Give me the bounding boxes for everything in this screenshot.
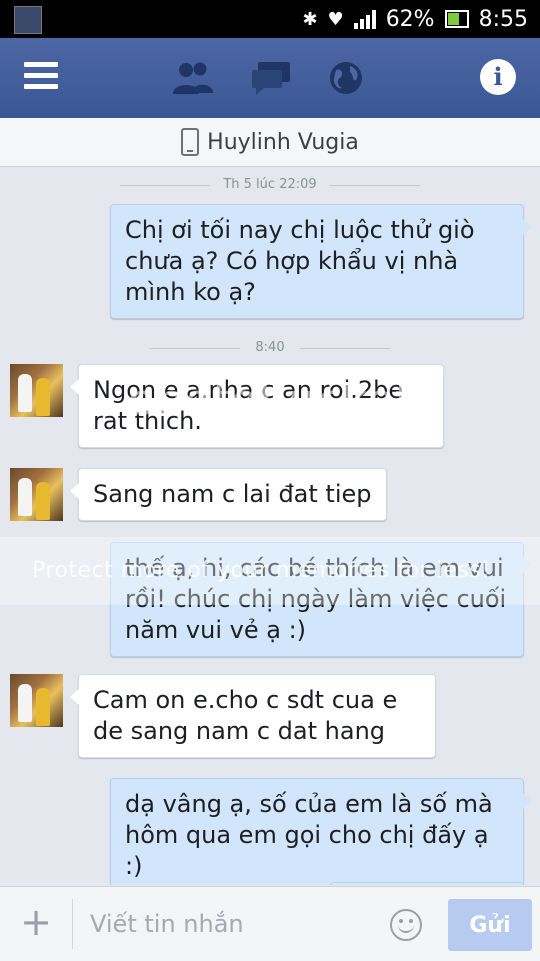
globe-icon[interactable] xyxy=(326,60,368,96)
message-input[interactable] xyxy=(88,901,382,947)
contact-avatar[interactable] xyxy=(10,468,63,521)
watermark: photobucket xyxy=(126,375,414,426)
message-list[interactable]: Th 5 lúc 22:09 Chị ơi tối nay chị luộc t… xyxy=(0,167,540,885)
status-bar: ✱ ♥ 62% 8:55 xyxy=(0,0,540,38)
add-attachment-icon[interactable]: + xyxy=(20,903,52,941)
friends-icon[interactable] xyxy=(172,60,214,96)
battery-icon xyxy=(444,10,469,28)
timestamp: Th 5 lúc 22:09 xyxy=(0,177,540,192)
info-button[interactable]: i xyxy=(480,59,516,95)
incoming-message[interactable]: Cam on e.cho c sdt cua e de sang nam c d… xyxy=(70,674,436,758)
divider xyxy=(72,899,73,949)
send-button[interactable]: Gửi xyxy=(448,899,532,951)
incoming-message[interactable]: Sang nam c lai đat tiep xyxy=(70,468,387,521)
app-notification-icon xyxy=(14,6,42,34)
contact-avatar[interactable] xyxy=(10,674,63,727)
headset-icon: ♥ xyxy=(327,8,344,30)
bluetooth-icon: ✱ xyxy=(302,8,318,30)
outgoing-message[interactable]: dạ vâng ạ, số của em là số mà hôm qua em… xyxy=(110,778,532,885)
message-composer: + Gửi xyxy=(0,886,540,961)
contact-name[interactable]: Huylinh Vugia xyxy=(207,130,359,155)
signal-icon xyxy=(353,9,376,29)
messages-icon[interactable] xyxy=(250,60,292,96)
emoji-icon[interactable] xyxy=(390,909,422,941)
app-top-bar: i xyxy=(0,38,540,118)
battery-percent: 62% xyxy=(385,6,435,32)
conversation-header: Huylinh Vugia xyxy=(0,118,540,167)
timestamp: 8:40 xyxy=(0,340,540,355)
watermark-caption: Protect more of your memories for less! xyxy=(32,558,491,583)
mobile-phone-icon xyxy=(181,128,200,156)
outgoing-message-partial[interactable] xyxy=(330,882,524,885)
outgoing-message[interactable]: Chị ơi tối nay chị luộc thử giò chưa ạ? … xyxy=(110,204,532,319)
clock: 8:55 xyxy=(478,6,528,32)
menu-icon[interactable] xyxy=(24,62,58,92)
